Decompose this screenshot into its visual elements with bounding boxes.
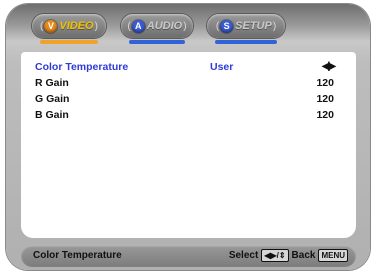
tab-audio[interactable]: ( A AUDIO ) [121,14,193,44]
b-gain-label: B Gain [35,109,69,121]
back-label: Back [291,250,316,261]
menu-key-icon: MENU [318,249,348,262]
setting-row-g-gain[interactable]: G Gain 120 [35,93,342,107]
footer-hints: Select ◀▶/⇕ Back MENU [229,249,348,262]
audio-ball-icon: A [131,19,145,33]
setting-row-b-gain[interactable]: B Gain 120 [35,109,342,123]
left-right-arrows-icon[interactable]: ◀|▶ [322,61,336,72]
g-gain-value: 120 [316,93,334,105]
setting-row-color-temperature[interactable]: Color Temperature User ◀|▶ [35,61,342,75]
r-gain-value: 120 [316,77,334,89]
select-label: Select [228,250,259,261]
tab-left-paren: ( [40,20,44,32]
setup-ball-icon: S [220,19,234,33]
tab-left-paren: ( [215,20,220,32]
menu-tabs: ( V VIDEO ) ( A AUDIO ) ( S SETUP ) [32,14,292,46]
setting-row-r-gain[interactable]: R Gain 120 [35,77,342,91]
b-gain-value: 120 [316,109,334,121]
r-gain-label: R Gain [35,77,69,89]
settings-panel: Color Temperature User ◀|▶ R Gain 120 G … [21,52,356,238]
tab-right-paren: ) [183,20,187,32]
footer-title: Color Temperature [33,250,122,261]
tab-right-paren: ) [272,20,277,32]
tab-audio-label: AUDIO [146,20,183,32]
color-temperature-value: User [210,61,234,73]
tab-setup[interactable]: ( S SETUP ) [207,14,285,44]
tab-video[interactable]: ( V VIDEO ) [32,14,106,44]
tab-left-paren: ( [127,20,131,32]
tab-setup-label: SETUP [235,20,272,32]
tab-video-label: VIDEO [59,20,94,32]
tab-video-underline [40,40,98,44]
tab-right-paren: ) [94,20,98,32]
color-temperature-label: Color Temperature [35,61,129,73]
select-key-icon: ◀▶/⇕ [261,249,289,262]
tab-setup-underline [215,40,277,44]
video-ball-icon: V [44,19,58,33]
g-gain-label: G Gain [35,93,70,105]
footer-bar: Color Temperature Select ◀▶/⇕ Back MENU [21,245,356,267]
tab-audio-underline [129,40,185,44]
